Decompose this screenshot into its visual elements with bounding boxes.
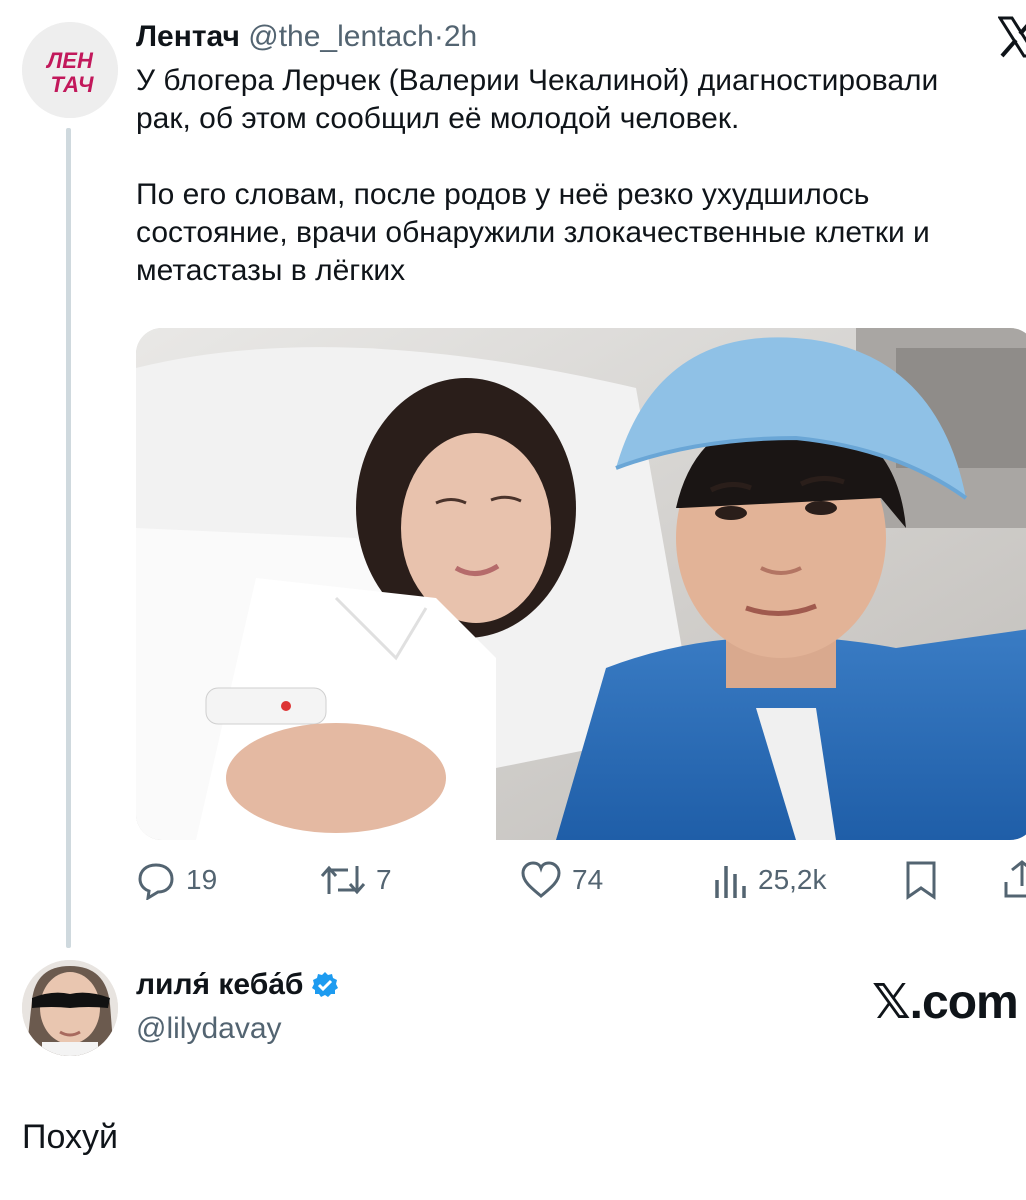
lentach-avatar[interactable]: ЛЕН ТАЧ — [22, 22, 118, 118]
lentach-logo: ЛЕН ТАЧ — [22, 22, 118, 118]
reply-text: Похуй — [22, 1118, 118, 1156]
views-button[interactable]: 25,2k — [712, 858, 827, 902]
reply-author-handle[interactable]: @lilydavay — [136, 1010, 282, 1048]
verified-badge-icon — [311, 971, 339, 999]
svg-text:ЛЕН: ЛЕН — [45, 48, 94, 73]
retweet-icon — [320, 865, 366, 895]
separator: · — [433, 20, 444, 53]
author-name[interactable]: Лентач — [136, 20, 240, 53]
like-button[interactable]: 74 — [520, 858, 603, 902]
tweet-time[interactable]: 2h — [444, 20, 477, 53]
share-button[interactable] — [1002, 858, 1026, 902]
reply-icon — [138, 863, 174, 900]
bookmark-button[interactable] — [904, 858, 938, 902]
views-count: 25,2k — [758, 864, 827, 895]
like-icon — [521, 861, 561, 898]
avatar-photo-icon — [22, 960, 118, 1056]
like-count: 74 — [572, 864, 604, 895]
reply-author-name[interactable]: лиля́ кеба́б — [136, 966, 303, 1004]
reply-count: 19 — [186, 864, 218, 895]
quoted-tweet-header: Лентач @the_lentach·2h — [136, 18, 477, 56]
retweet-count: 7 — [376, 864, 392, 895]
quoted-tweet-text: У блогера Лерчек (Валерии Чекалиной) диа… — [136, 64, 939, 287]
svg-text:ТАЧ: ТАЧ — [51, 72, 94, 97]
bookmark-icon — [906, 861, 936, 900]
thread-line — [66, 128, 71, 948]
x-logo-icon — [997, 16, 1026, 58]
share-icon — [1004, 860, 1026, 898]
author-handle[interactable]: @the_lentach — [248, 20, 434, 53]
reply-button[interactable]: 19 — [136, 858, 217, 902]
retweet-button[interactable]: 7 — [320, 858, 392, 902]
tweet-photo[interactable] — [136, 328, 1026, 840]
views-icon — [715, 866, 746, 898]
photo-icon — [136, 328, 1026, 840]
x-com-watermark: 𝕏.com — [872, 976, 1019, 1029]
reply-author-header: лиля́ кеба́б — [136, 966, 339, 1004]
lily-avatar[interactable] — [22, 960, 118, 1056]
